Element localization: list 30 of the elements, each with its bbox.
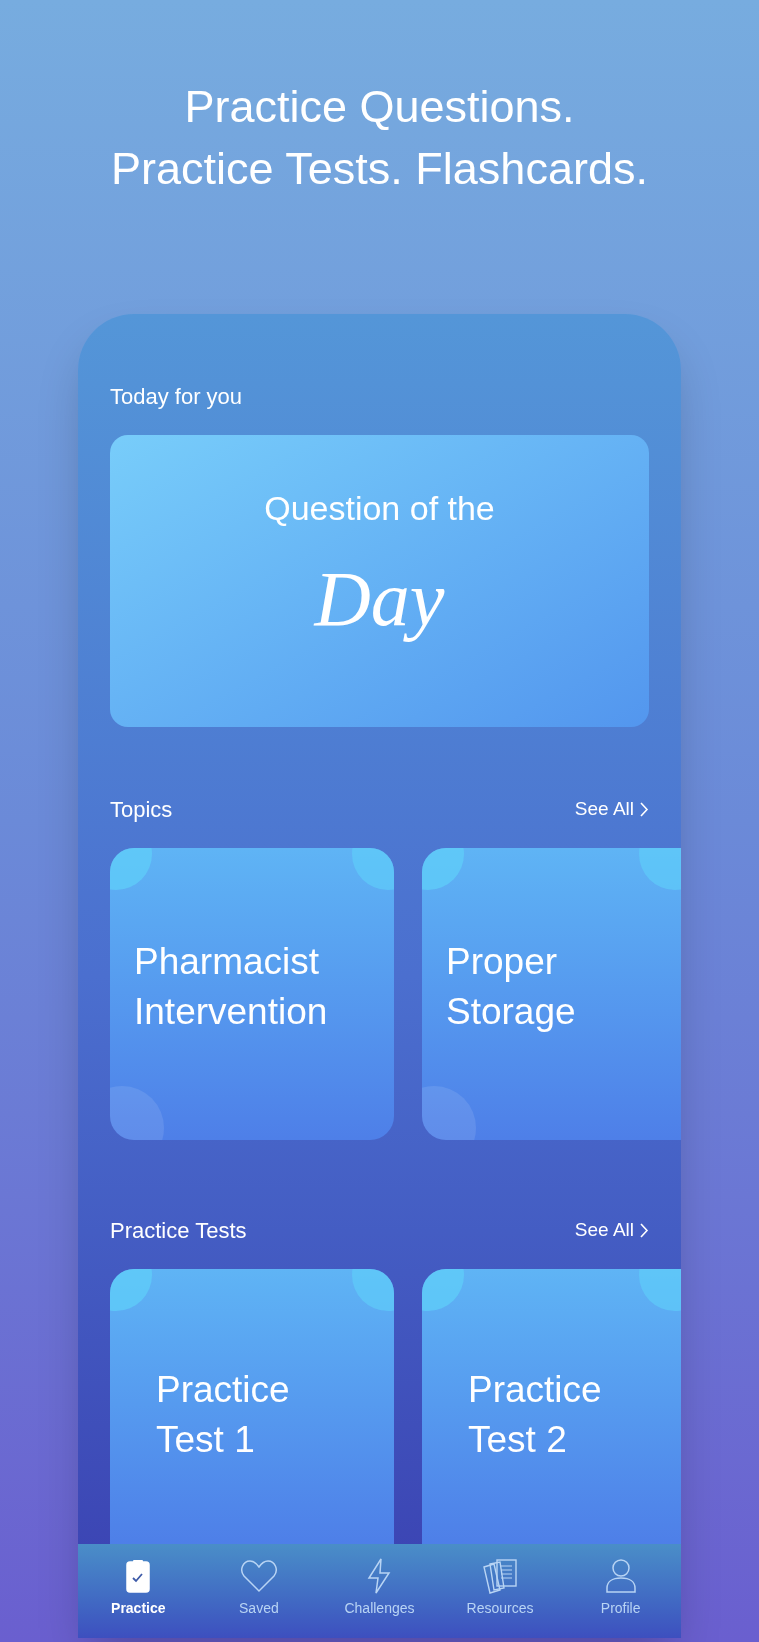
card-title: Proper Storage — [446, 940, 577, 1034]
question-of-the-day-card[interactable]: Question of the Day — [110, 435, 649, 727]
profile-icon — [604, 1558, 637, 1594]
see-all-link[interactable]: See All — [574, 1216, 649, 1245]
tab-bar-item[interactable]: Saved — [203, 1558, 314, 1619]
practice-test-card[interactable]: Practice Test 2 — [422, 1269, 681, 1544]
tab-bar-item[interactable]: Challenges — [324, 1558, 435, 1619]
card-title: Pharmacist Intervention — [134, 940, 329, 1034]
tab-bar-item[interactable]: Practice — [83, 1558, 194, 1619]
card-title: Practice Test 2 — [467, 1367, 603, 1462]
tab-bar-item[interactable]: Resources — [445, 1558, 556, 1619]
section-heading: Topics — [110, 796, 173, 824]
card-title: Question of the — [264, 488, 495, 529]
documents-icon — [481, 1558, 520, 1594]
clipboard-check-icon — [126, 1559, 151, 1593]
heart-icon — [239, 1559, 278, 1593]
chevron-right-icon — [640, 1223, 649, 1238]
section-heading: Practice Tests — [110, 1217, 247, 1245]
section-heading: Today for you — [110, 383, 244, 411]
lightning-icon — [366, 1558, 393, 1594]
topic-card[interactable]: Pharmacist Intervention — [110, 848, 394, 1140]
see-all-link[interactable]: See All — [574, 795, 649, 824]
chevron-right-icon — [640, 802, 649, 817]
headline: Practice Tests. Flashcards. — [111, 142, 648, 196]
topic-card[interactable]: Proper Storage — [422, 848, 681, 1140]
headline: Practice Questions. — [184, 80, 575, 134]
card-title: Day — [314, 554, 445, 644]
tab-bar-item[interactable]: Profile — [565, 1558, 676, 1619]
practice-test-card[interactable]: Practice Test 1 — [110, 1269, 394, 1544]
card-title: Practice Test 1 — [155, 1367, 291, 1462]
